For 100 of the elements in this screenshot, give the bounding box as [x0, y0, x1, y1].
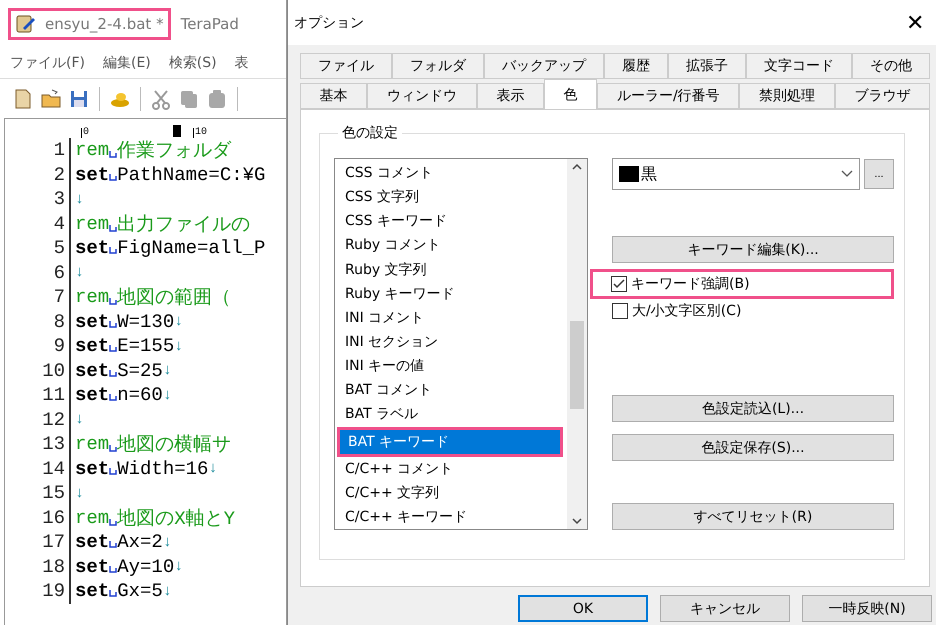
cursor-marker-icon — [173, 125, 181, 137]
dialog-button[interactable]: キャンセル — [660, 595, 790, 622]
ruler-number: 10 — [193, 128, 208, 138]
line-number: 17 — [5, 530, 71, 554]
cut-icon[interactable] — [150, 88, 172, 110]
tab[interactable]: 拡張子 — [668, 53, 746, 79]
list-box[interactable]: CSS コメント CSS 文字列 CSS キーワード Ruby コメント Ruby 文字列 Ruby キーワード INI コメント INI セクション INI キーの値 BAT コメント BAT ラベル BAT キーワード C/C++ コメント C/C++ 文字列 C/C++ キーワード — [334, 158, 588, 530]
line-end-mark: ↓ — [75, 190, 84, 208]
line-end-mark: ↓ — [162, 582, 172, 600]
close-button[interactable]: ✕ — [900, 10, 930, 36]
checkbox[interactable] — [611, 276, 627, 292]
tab[interactable]: バックアップ — [484, 53, 604, 79]
code-keyword: rem — [75, 286, 110, 308]
code-keyword: rem — [75, 139, 110, 162]
list-item[interactable]: BAT コメント — [337, 378, 563, 402]
line-number: 11 — [5, 383, 71, 408]
menu-item[interactable]: ファイル(F) — [10, 54, 85, 72]
color-dropdown[interactable]: 黒 — [612, 158, 860, 190]
space-mark-icon — [109, 150, 118, 158]
space-mark-icon — [109, 393, 118, 402]
tab[interactable]: 表示 — [476, 83, 544, 109]
app-name: TeraPad — [180, 15, 239, 33]
code-keyword: rem — [75, 506, 110, 529]
list-item[interactable]: BAT キーワード — [340, 430, 560, 454]
line-number: 14 — [5, 456, 71, 481]
line-number: 8 — [5, 310, 71, 334]
list-item[interactable]: Ruby キーワード — [337, 282, 563, 306]
list-item[interactable]: Ruby 文字列 — [337, 258, 563, 282]
list-item[interactable]: C/C++ キーワード — [337, 504, 563, 529]
line-number: 3 — [5, 187, 71, 212]
line-end-mark: ↓ — [75, 411, 84, 428]
more-button[interactable]: ... — [864, 159, 894, 189]
tab[interactable]: ブラウザ — [834, 83, 930, 109]
code-keyword: set — [75, 335, 110, 358]
line-number: 13 — [5, 432, 71, 456]
window-title: ensyu_2-4.bat * — [45, 15, 164, 33]
open-folder-icon[interactable] — [40, 88, 62, 110]
menu-item[interactable]: 表 — [234, 54, 249, 72]
code-text: FigName=all_P — [117, 237, 266, 260]
line-end-mark: ↓ — [75, 264, 84, 282]
tab[interactable]: 禁則処理 — [739, 83, 835, 109]
line-end-mark: ↓ — [208, 460, 218, 478]
list-item[interactable]: C/C++ 文字列 — [337, 480, 563, 505]
tab[interactable]: 文字コード — [746, 53, 852, 79]
scroll-thumb[interactable] — [570, 321, 584, 409]
dialog-title: オプション — [294, 14, 364, 32]
file-button[interactable]: 色設定読込(L)... — [612, 395, 894, 422]
code-keyword: set — [75, 556, 110, 578]
line-number: 9 — [5, 334, 71, 358]
space-mark-icon — [109, 224, 118, 232]
file-button[interactable]: 色設定保存(S)... — [612, 434, 894, 461]
tab[interactable]: ルーラー/行番号 — [597, 83, 740, 109]
scroll-up-icon[interactable] — [572, 163, 582, 171]
color-value: 黒 — [641, 164, 658, 184]
list-item[interactable]: BAT ラベル — [337, 402, 563, 427]
menu-item[interactable]: 検索(S) — [168, 54, 217, 72]
space-mark-icon — [109, 540, 118, 548]
space-mark-icon — [109, 344, 118, 352]
line-number: 10 — [5, 358, 71, 383]
tab[interactable]: ファイル — [300, 53, 392, 79]
list-item[interactable]: CSS 文字列 — [337, 185, 563, 210]
keyword-edit-button[interactable]: キーワード編集(K)... — [612, 236, 894, 263]
list-item[interactable]: INI セクション — [337, 330, 563, 354]
reset-button[interactable]: すべてリセット(R) — [612, 503, 894, 530]
scroll-down-icon[interactable] — [572, 517, 582, 525]
line-end-mark: ↓ — [174, 338, 184, 355]
code-keyword: rem — [75, 433, 110, 456]
line-number: 4 — [5, 212, 71, 236]
line-number: 16 — [5, 506, 71, 530]
line-end-mark: ↓ — [75, 484, 84, 502]
list-item[interactable]: C/C++ コメント — [337, 456, 563, 481]
list-item[interactable]: INI コメント — [337, 306, 563, 330]
tab[interactable]: 履歴 — [604, 53, 668, 79]
list-item[interactable]: CSS キーワード — [337, 209, 563, 234]
menu-item[interactable]: 編集(E) — [102, 54, 151, 72]
tab[interactable]: フォルダ — [392, 53, 484, 79]
list-item[interactable]: INI キーの値 — [337, 354, 563, 378]
dialog-button[interactable]: OK — [518, 595, 648, 622]
tab[interactable]: ウィンドウ — [367, 83, 477, 109]
checkbox[interactable] — [612, 303, 628, 319]
space-mark-icon — [109, 444, 118, 452]
chevron-down-icon — [841, 170, 853, 178]
list-item[interactable]: CSS コメント — [337, 161, 563, 186]
line-number: 7 — [5, 285, 71, 310]
tab[interactable]: その他 — [852, 53, 930, 79]
code-text: 地図の範囲（ — [117, 286, 232, 310]
space-mark-icon — [109, 368, 118, 377]
space-mark-icon — [109, 172, 118, 181]
dialog-button[interactable]: 一時反映(N) — [802, 595, 932, 622]
line-end-mark: ↓ — [162, 362, 172, 380]
code-text: E=155 — [117, 335, 174, 358]
tab[interactable]: 基本 — [300, 83, 368, 109]
list-item[interactable]: Ruby コメント — [337, 233, 563, 258]
code-text: 地図の横幅サ — [117, 433, 232, 458]
line-number: 6 — [5, 260, 71, 285]
line-number: 15 — [5, 481, 71, 506]
space-mark-icon — [109, 518, 118, 526]
code-text: Ay=10 — [117, 556, 174, 578]
code-text: Width=16 — [117, 458, 208, 480]
tab[interactable]: 色 — [544, 79, 598, 109]
